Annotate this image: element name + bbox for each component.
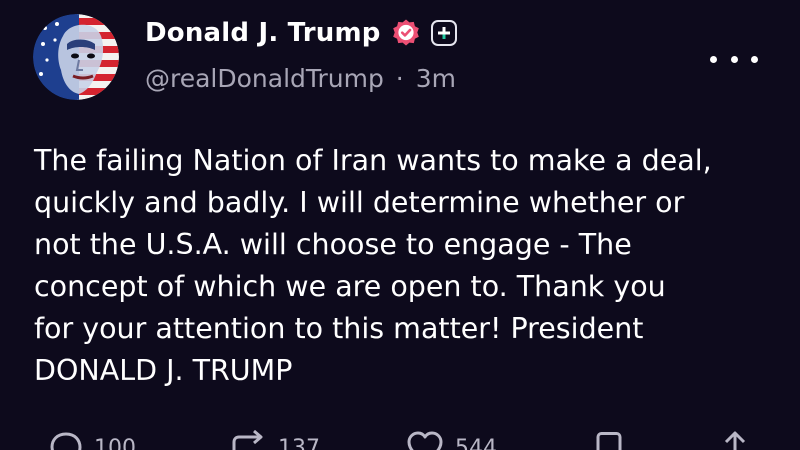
verified-badge-icon [392,19,419,46]
retruth-count: 137 [278,435,320,450]
handle-row: @realDonaldTrump · 3m [145,64,456,93]
action-bar: 100 137 544 [0,425,800,450]
plus-badge-icon [430,20,457,46]
reply-icon [50,432,82,450]
bookmark-icon [596,432,622,450]
separator-dot: · [395,64,404,93]
more-dot [710,55,717,63]
like-button[interactable]: 544 [405,430,497,450]
heart-icon [407,431,443,450]
more-dot [730,55,738,63]
share-icon [724,431,746,450]
reply-button[interactable]: 100 [48,430,136,450]
reply-count: 100 [94,435,136,450]
truth-post: Donald J. Trump @realDonaldTrump · 3m Th… [0,0,800,450]
more-options-icon[interactable] [710,47,758,71]
avatar-image [33,14,119,100]
user-handle[interactable]: @realDonaldTrump [145,64,384,93]
retruth-icon [232,430,263,450]
more-dot [751,55,758,63]
post-body: The failing Nation of Iran wants to make… [34,144,712,387]
display-name-row: Donald J. Trump [145,14,457,52]
bookmark-button[interactable] [594,430,624,450]
avatar[interactable] [33,14,119,100]
share-button[interactable] [718,429,752,450]
post-timestamp[interactable]: 3m [416,64,456,93]
display-name[interactable]: Donald J. Trump [145,18,381,48]
retruth-button[interactable]: 137 [228,430,320,450]
like-count: 544 [455,435,497,450]
